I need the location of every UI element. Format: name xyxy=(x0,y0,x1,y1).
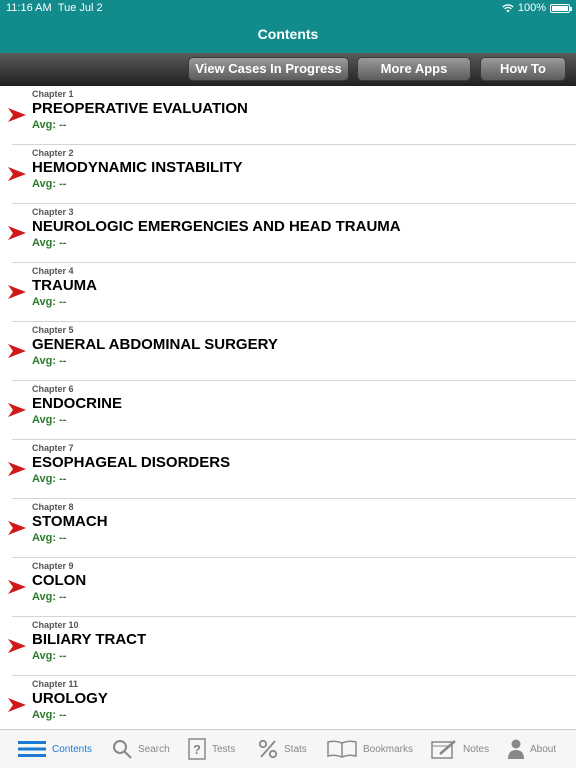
red-arrow-icon xyxy=(8,462,26,476)
chapter-avg: Avg: -- xyxy=(32,355,67,367)
chapter-title: STOMACH xyxy=(32,513,108,530)
chapter-avg: Avg: -- xyxy=(32,591,67,603)
chapter-row-11[interactable]: Chapter 11 UROLOGY Avg: -- xyxy=(0,676,576,729)
chapter-label: Chapter 8 xyxy=(32,502,74,512)
chapter-label: Chapter 2 xyxy=(32,148,74,158)
chapter-title: UROLOGY xyxy=(32,690,108,707)
book-icon xyxy=(327,740,357,758)
chapter-title: ESOPHAGEAL DISORDERS xyxy=(32,454,231,471)
page-title: Contents xyxy=(257,26,319,42)
chapter-label: Chapter 4 xyxy=(32,266,74,276)
red-arrow-icon xyxy=(8,639,26,653)
toolbar: View Cases In Progress More Apps How To xyxy=(0,53,576,86)
red-arrow-icon xyxy=(8,521,26,535)
tab-about[interactable]: About xyxy=(508,730,556,768)
red-arrow-icon xyxy=(8,167,26,181)
chapter-row-8[interactable]: Chapter 8 STOMACH Avg: -- xyxy=(0,499,576,558)
tab-label: About xyxy=(530,743,557,755)
tab-label: Stats xyxy=(284,743,307,755)
tab-notes[interactable]: Notes xyxy=(431,730,489,768)
question-icon: ? xyxy=(188,738,206,760)
list-icon xyxy=(18,741,46,757)
status-time: 11:16 AM xyxy=(6,2,52,14)
status-right: 100% xyxy=(502,2,572,14)
more-apps-button[interactable]: More Apps xyxy=(357,57,471,81)
chapter-title: NEUROLOGIC EMERGENCIES AND HEAD TRAUMA xyxy=(32,218,401,235)
red-arrow-icon xyxy=(8,698,26,712)
chapter-avg: Avg: -- xyxy=(32,709,67,721)
tab-tests[interactable]: ? Tests xyxy=(188,730,235,768)
chapter-label: Chapter 11 xyxy=(32,679,79,689)
tab-label: Tests xyxy=(212,743,236,755)
chapter-row-9[interactable]: Chapter 9 COLON Avg: -- xyxy=(0,558,576,617)
tab-bar: Contents Search ? Tests Stats Bookmarks xyxy=(0,729,576,768)
chapter-row-4[interactable]: Chapter 4 TRAUMA Avg: -- xyxy=(0,263,576,322)
chapter-avg: Avg: -- xyxy=(32,532,67,544)
tab-label: Search xyxy=(138,743,170,755)
person-icon xyxy=(508,739,524,759)
chapter-avg: Avg: -- xyxy=(32,650,67,662)
red-arrow-icon xyxy=(8,403,26,417)
chapter-title: COLON xyxy=(32,572,87,589)
chapter-title: ENDOCRINE xyxy=(32,395,123,412)
chapter-row-7[interactable]: Chapter 7 ESOPHAGEAL DISORDERS Avg: -- xyxy=(0,440,576,499)
chapter-row-1[interactable]: Chapter 1 PREOPERATIVE EVALUATION Avg: -… xyxy=(0,86,576,145)
chapter-row-2[interactable]: Chapter 2 HEMODYNAMIC INSTABILITY Avg: -… xyxy=(0,145,576,204)
chapter-list: Chapter 1 PREOPERATIVE EVALUATION Avg: -… xyxy=(0,86,576,729)
chapter-row-6[interactable]: Chapter 6 ENDOCRINE Avg: -- xyxy=(0,381,576,440)
red-arrow-icon xyxy=(8,108,26,122)
chapter-title: GENERAL ABDOMINAL SURGERY xyxy=(32,336,278,353)
tab-stats[interactable]: Stats xyxy=(258,730,307,768)
nav-bar: Contents xyxy=(0,16,576,53)
chapter-avg: Avg: -- xyxy=(32,178,67,190)
chapter-label: Chapter 5 xyxy=(32,325,74,335)
search-icon xyxy=(113,740,132,759)
note-pencil-icon xyxy=(431,740,456,759)
chapter-title: HEMODYNAMIC INSTABILITY xyxy=(32,159,243,176)
percent-icon xyxy=(258,739,278,759)
chapter-avg: Avg: -- xyxy=(32,414,67,426)
wifi-icon xyxy=(502,3,514,12)
chapter-avg: Avg: -- xyxy=(32,296,67,308)
chapter-row-10[interactable]: Chapter 10 BILIARY TRACT Avg: -- xyxy=(0,617,576,676)
chapter-row-3[interactable]: Chapter 3 NEUROLOGIC EMERGENCIES AND HEA… xyxy=(0,204,576,263)
chapter-avg: Avg: -- xyxy=(32,473,67,485)
tab-label: Contents xyxy=(52,743,93,755)
red-arrow-icon xyxy=(8,344,26,358)
how-to-button[interactable]: How To xyxy=(480,57,566,81)
chapter-title: BILIARY TRACT xyxy=(32,631,147,648)
chapter-label: Chapter 1 xyxy=(32,89,74,99)
svg-text:?: ? xyxy=(193,742,201,757)
battery-percent: 100% xyxy=(517,2,546,14)
chapter-label: Chapter 9 xyxy=(32,561,74,571)
chapter-label: Chapter 3 xyxy=(32,207,74,217)
tab-search[interactable]: Search xyxy=(112,730,170,768)
chapter-row-5[interactable]: Chapter 5 GENERAL ABDOMINAL SURGERY Avg:… xyxy=(0,322,576,381)
chapter-title: PREOPERATIVE EVALUATION xyxy=(32,100,248,117)
status-time-date: 11:16 AM Tue Jul 2 xyxy=(6,2,103,14)
red-arrow-icon xyxy=(8,285,26,299)
tab-label: Notes xyxy=(463,743,490,755)
view-cases-button[interactable]: View Cases In Progress xyxy=(188,57,349,81)
chapter-avg: Avg: -- xyxy=(32,119,67,131)
chapter-label: Chapter 10 xyxy=(32,620,79,630)
tab-contents[interactable]: Contents xyxy=(18,730,92,768)
chapter-label: Chapter 7 xyxy=(32,443,74,453)
chapter-avg: Avg: -- xyxy=(32,237,67,249)
chapter-title: TRAUMA xyxy=(32,277,97,294)
battery-icon xyxy=(550,3,572,13)
red-arrow-icon xyxy=(8,226,26,240)
tab-label: Bookmarks xyxy=(363,743,414,755)
red-arrow-icon xyxy=(8,580,26,594)
tab-bookmarks[interactable]: Bookmarks xyxy=(327,730,413,768)
chapter-label: Chapter 6 xyxy=(32,384,74,394)
status-bar: 11:16 AM Tue Jul 2 100% xyxy=(0,0,576,16)
status-date: Tue Jul 2 xyxy=(57,2,103,14)
